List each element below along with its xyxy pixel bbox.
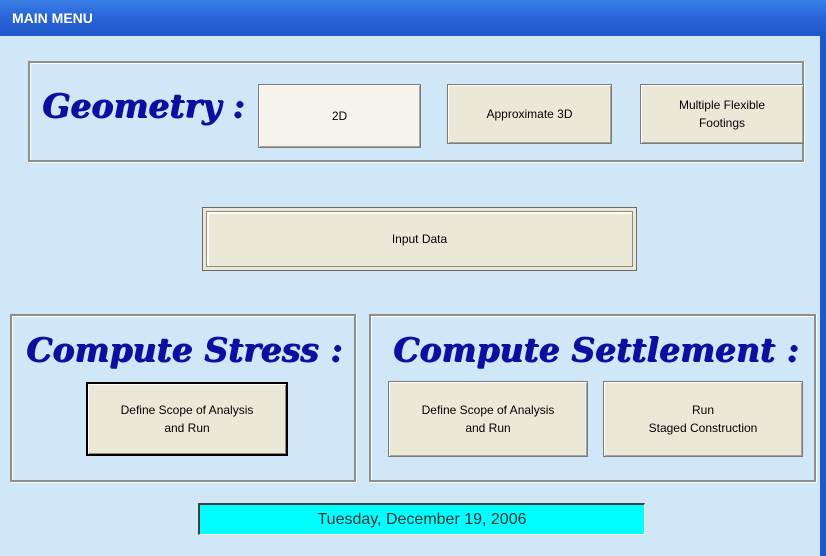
geometry-approximate-3d-button[interactable]: Approximate 3D [447,84,612,144]
compute-stress-heading: Compute Stress : [26,330,343,369]
window-title: MAIN MENU [12,10,93,26]
run-staged-construction-button[interactable]: Run Staged Construction [603,381,803,457]
geometry-heading: Geometry : [42,86,245,125]
geometry-multiple-flexible-footings-button[interactable]: Multiple Flexible Footings [640,84,804,144]
compute-settlement-define-scope-button[interactable]: Define Scope of Analysis and Run [388,381,588,457]
compute-stress-define-scope-button[interactable]: Define Scope of Analysis and Run [86,382,288,456]
title-bar[interactable]: MAIN MENU [0,0,826,36]
date-display: Tuesday, December 19, 2006 [198,503,645,535]
input-data-button[interactable]: Input Data [202,207,637,271]
compute-settlement-heading: Compute Settlement : [393,330,799,369]
geometry-2d-button[interactable]: 2D [258,84,421,148]
window-border-right [820,36,826,556]
